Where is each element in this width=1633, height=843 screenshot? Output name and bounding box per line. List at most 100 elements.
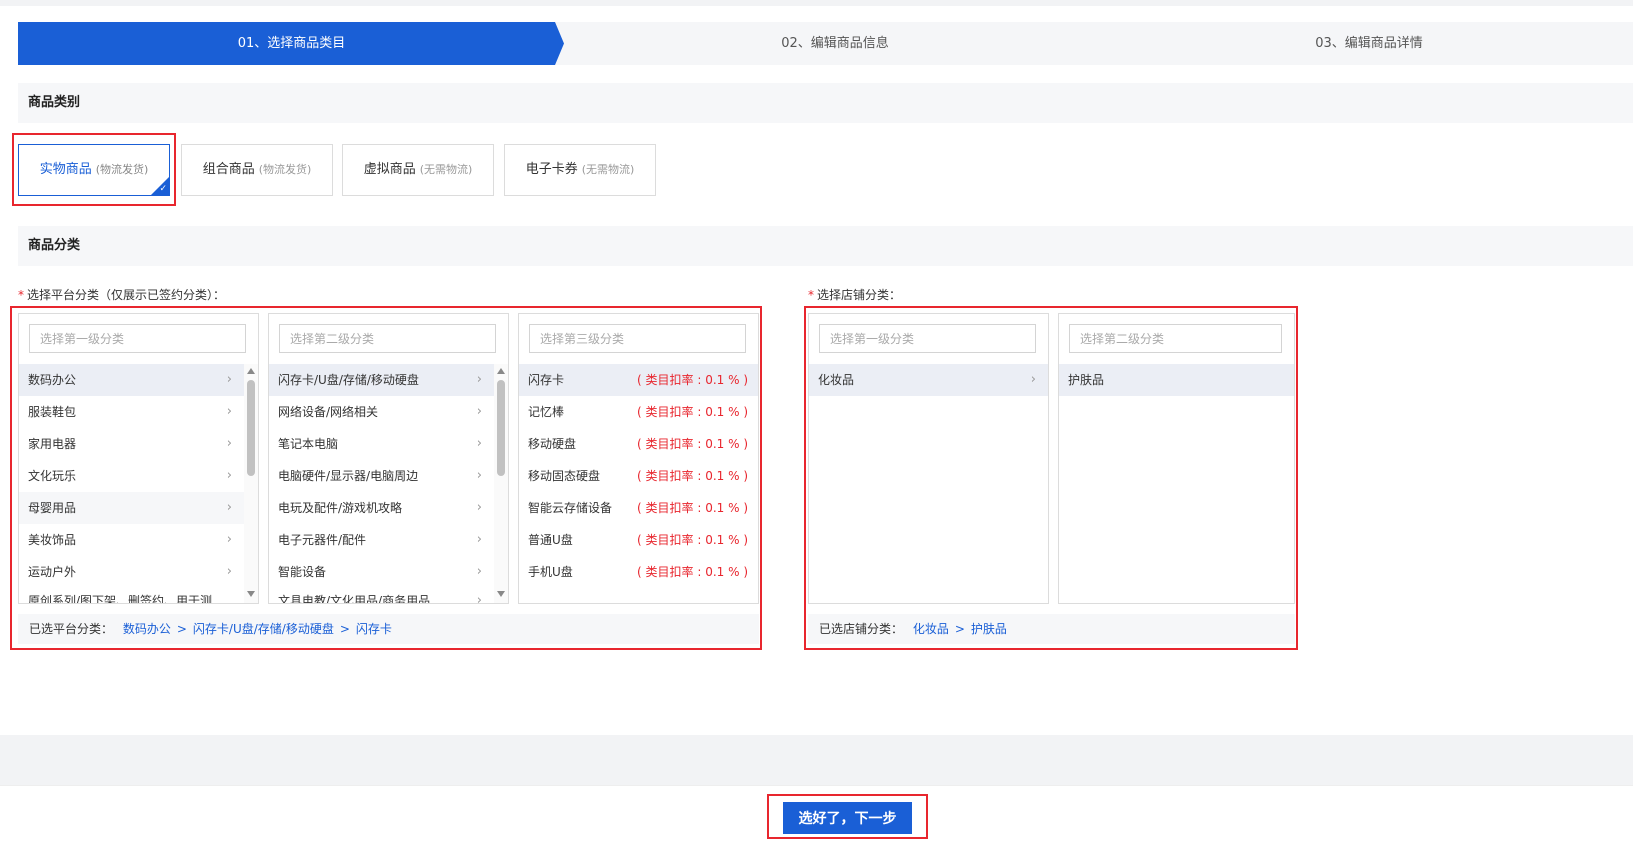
type-name: 组合商品 [202, 162, 255, 177]
step-select-category: 01、选择商品类目 [18, 22, 565, 65]
scroll-up-icon[interactable] [497, 368, 505, 374]
type-card-combo[interactable]: 组合商品 (物流发货) [181, 144, 333, 196]
level2-list: 闪存卡/U盘/存储/移动硬盘 › 网络设备/网络相关 › 笔记本电脑 › 电脑硬件/显… [269, 364, 494, 603]
chevron-right-icon: › [226, 532, 232, 547]
level3-list: 闪存卡( 类目扣率 : 0.1 % ) 记忆棒( 类目扣率 : 0.1 % ) … [519, 364, 758, 603]
chevron-right-icon: › [226, 372, 232, 387]
level3-search-input[interactable] [529, 324, 746, 353]
list-item[interactable]: 移动固态硬盘( 类目扣率 : 0.1 % ) [519, 460, 758, 492]
level1-list: 数码办公 › 服装鞋包 › 家用电器 › 文化玩乐 › 母婴用品 › 美妆饰品 › 运动户外… [19, 364, 244, 603]
chevron-right-icon: › [226, 500, 232, 515]
chevron-right-icon: › [476, 564, 482, 579]
list-item[interactable]: 原创系列/图下架、删签约、用于测 [19, 585, 244, 603]
list-item[interactable]: 闪存卡/U盘/存储/移动硬盘 › [269, 364, 494, 396]
chevron-right-icon: › [226, 468, 232, 483]
chevron-right-icon: › [476, 500, 482, 515]
list-item[interactable]: 电子元器件/配件 › [269, 524, 494, 556]
path-segment[interactable]: 化妆品 [913, 622, 949, 636]
top-divider [0, 0, 1633, 6]
platform-level3-column: 闪存卡( 类目扣率 : 0.1 % ) 记忆棒( 类目扣率 : 0.1 % ) … [518, 313, 759, 604]
type-note: (无需物流) [581, 163, 635, 176]
commission-rate: ( 类目扣率 : 0.1 % ) [637, 437, 748, 451]
commission-rate: ( 类目扣率 : 0.1 % ) [637, 405, 748, 419]
commission-rate: ( 类目扣率 : 0.1 % ) [637, 533, 748, 547]
path-segment[interactable]: 闪存卡 [356, 622, 392, 636]
chevron-right-icon: › [476, 372, 482, 387]
store-level2-search-input[interactable] [1069, 324, 1282, 353]
chevron-right-icon: › [226, 564, 232, 579]
commission-rate: ( 类目扣率 : 0.1 % ) [637, 501, 748, 515]
scroll-up-icon[interactable] [247, 368, 255, 374]
list-item[interactable]: 运动户外 › [19, 556, 244, 588]
chevron-right-icon: › [476, 468, 482, 483]
list-item[interactable]: 数码办公 › [19, 364, 244, 396]
level2-search-input[interactable] [279, 324, 496, 353]
list-item[interactable]: 手机U盘( 类目扣率 : 0.1 % ) [519, 556, 758, 588]
list-item[interactable]: 智能设备 › [269, 556, 494, 588]
list-item[interactable]: 网络设备/网络相关 › [269, 396, 494, 428]
platform-category-label: * 选择平台分类（仅展示已签约分类）： [18, 288, 226, 302]
store-selected-path: 已选店铺分类： 化妆品 > 护肤品 [808, 614, 1295, 644]
list-item[interactable]: 化妆品 › [809, 364, 1048, 396]
type-card-ecard[interactable]: 电子卡券 (无需物流) [504, 144, 656, 196]
scroll-down-icon[interactable] [247, 591, 255, 597]
scroll-down-icon[interactable] [497, 591, 505, 597]
scroll-thumb[interactable] [247, 380, 255, 476]
chevron-right-icon: › [226, 436, 232, 451]
step-edit-info: 02、编辑商品信息 [555, 22, 1115, 65]
type-name: 实物商品 [39, 162, 92, 177]
category-header: 商品分类 [18, 226, 1633, 266]
chevron-right-icon: › [476, 404, 482, 419]
path-segment[interactable]: 闪存卡/U盘/存储/移动硬盘 [193, 622, 334, 636]
type-note: (物流发货) [95, 163, 149, 176]
chevron-right-icon: › [226, 404, 232, 419]
chevron-right-icon: › [476, 436, 482, 451]
list-item[interactable]: 护肤品 [1059, 364, 1294, 396]
list-item[interactable]: 文化玩乐 › [19, 460, 244, 492]
main-panel: 01、选择商品类目 02、编辑商品信息 03、编辑商品详情 商品类别 实物商品(… [0, 0, 1633, 735]
list-item[interactable]: 母婴用品 › [19, 492, 244, 524]
list-item[interactable]: 服装鞋包 › [19, 396, 244, 428]
level1-scrollbar[interactable] [244, 364, 258, 603]
commission-rate: ( 类目扣率 : 0.1 % ) [637, 373, 748, 387]
commission-rate: ( 类目扣率 : 0.1 % ) [637, 565, 748, 579]
store-level1-list: 化妆品 › [809, 364, 1048, 603]
store-level2-column: 护肤品 [1058, 313, 1295, 604]
store-level1-search-input[interactable] [819, 324, 1036, 353]
list-item[interactable]: 家用电器 › [19, 428, 244, 460]
scroll-thumb[interactable] [497, 380, 505, 476]
type-card-virtual[interactable]: 虚拟商品 (无需物流) [342, 144, 494, 196]
chevron-right-icon: › [476, 532, 482, 547]
chevron-right-icon: › [476, 593, 482, 603]
type-note: (物流发货) [258, 163, 312, 176]
list-item[interactable]: 普通U盘( 类目扣率 : 0.1 % ) [519, 524, 758, 556]
commission-rate: ( 类目扣率 : 0.1 % ) [637, 469, 748, 483]
list-item[interactable]: 闪存卡( 类目扣率 : 0.1 % ) [519, 364, 758, 396]
check-icon: ✓ [159, 184, 167, 194]
product-type-header: 商品类别 [18, 83, 1633, 123]
level2-scrollbar[interactable] [494, 364, 508, 603]
type-card-physical[interactable]: 实物商品 (物流发货) ✓ [18, 144, 170, 196]
list-item[interactable]: 电脑硬件/显示器/电脑周边 › [269, 460, 494, 492]
list-item[interactable]: 电玩及配件/游戏机攻略 › [269, 492, 494, 524]
store-category-label: * 选择店铺分类： [808, 288, 902, 302]
next-step-button[interactable]: 选好了，下一步 [783, 802, 912, 834]
list-item[interactable]: 文具电教/文化用品/商务用品 › [269, 585, 494, 603]
chevron-right-icon: › [1030, 372, 1036, 387]
platform-level2-column: 闪存卡/U盘/存储/移动硬盘› 网络设备/网络相关› 笔记本电脑› 电脑硬件/显… [268, 313, 509, 604]
store-level2-list: 护肤品 [1059, 364, 1294, 603]
platform-selected-path: 已选平台分类： 数码办公 > 闪存卡/U盘/存储/移动硬盘 > 闪存卡 [18, 614, 759, 644]
path-segment[interactable]: 护肤品 [971, 622, 1007, 636]
platform-level1-column: 数码办公› 服装鞋包› 家用电器› 文化玩乐› 母婴用品› 美妆饰品› 运动户外… [18, 313, 259, 604]
store-level1-column: 化妆品› [808, 313, 1049, 604]
step-edit-detail: 03、编辑商品详情 [1105, 22, 1633, 65]
list-item[interactable]: 记忆棒( 类目扣率 : 0.1 % ) [519, 396, 758, 428]
level1-search-input[interactable] [29, 324, 246, 353]
type-name: 虚拟商品 [363, 162, 416, 177]
type-note: (无需物流) [419, 163, 473, 176]
list-item[interactable]: 智能云存储设备( 类目扣率 : 0.1 % ) [519, 492, 758, 524]
list-item[interactable]: 移动硬盘( 类目扣率 : 0.1 % ) [519, 428, 758, 460]
path-segment[interactable]: 数码办公 [123, 622, 171, 636]
list-item[interactable]: 笔记本电脑 › [269, 428, 494, 460]
list-item[interactable]: 美妆饰品 › [19, 524, 244, 556]
